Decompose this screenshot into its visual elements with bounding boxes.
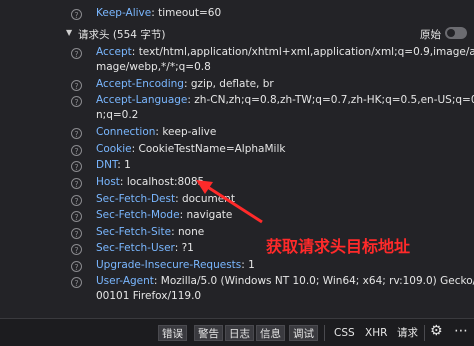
filter-button[interactable]: 调试 — [289, 325, 318, 341]
header-value-continued: n;q=0.2 — [96, 109, 139, 121]
help-icon[interactable]: ? — [71, 277, 82, 288]
header-value: 1 — [124, 159, 131, 171]
toolbar-divider — [324, 325, 325, 341]
type-filter[interactable]: XHR — [365, 325, 387, 341]
header-value: none — [178, 226, 205, 238]
header-row[interactable]: Connection: keep-alive — [96, 126, 216, 138]
raw-toggle-knob — [447, 29, 455, 37]
filter-button[interactable]: 错误 — [158, 325, 187, 341]
header-name: Upgrade-Insecure-Requests — [96, 259, 242, 271]
help-icon[interactable]: ? — [71, 228, 82, 239]
toolbar-divider — [424, 325, 425, 341]
filter-button[interactable]: 警告 — [194, 325, 223, 341]
header-separator: : — [175, 193, 182, 205]
header-separator: : — [183, 78, 191, 90]
header-value: gzip, deflate, br — [190, 78, 274, 90]
header-value: timeout=60 — [158, 7, 222, 19]
header-row[interactable]: Keep-Alive: timeout=60 — [96, 7, 221, 19]
header-separator: : — [119, 176, 127, 188]
annotation-text: 获取请求头目标地址 — [266, 237, 411, 256]
header-value-continued: 00101 Firefox/119.0 — [96, 290, 202, 302]
raw-label: 原始 — [420, 29, 441, 41]
header-row[interactable]: Upgrade-Insecure-Requests: 1 — [96, 259, 255, 271]
header-row[interactable]: Sec-Fetch-Site: none — [96, 226, 204, 238]
header-name: Accept-Language — [96, 94, 188, 106]
help-icon[interactable]: ? — [71, 145, 82, 156]
header-separator: : — [174, 242, 182, 254]
help-icon[interactable]: ? — [71, 48, 82, 59]
header-name: Keep-Alive — [96, 7, 152, 19]
help-icon[interactable]: ? — [71, 195, 82, 206]
header-name: Host — [96, 176, 120, 188]
header-value-continued: mage/webp,*/*;q=0.8 — [96, 61, 211, 73]
header-row[interactable]: Sec-Fetch-Dest: document — [96, 193, 235, 205]
header-separator: : — [131, 143, 139, 155]
header-name: Accept-Encoding — [96, 78, 184, 90]
header-name: Accept — [96, 46, 132, 58]
raw-toggle[interactable] — [445, 27, 467, 39]
more-icon[interactable]: ⋯ — [454, 323, 468, 339]
header-row[interactable]: DNT: 1 — [96, 159, 131, 171]
header-separator: : — [171, 226, 178, 238]
header-value: Mozilla/5.0 (Windows NT 10.0; Win64; x64… — [160, 275, 474, 287]
type-filter[interactable]: 请求 — [397, 325, 418, 341]
header-row[interactable]: Sec-Fetch-Mode: navigate — [96, 209, 232, 221]
headers-panel: ? Keep-Alive: timeout=60? Accept: text/htm… — [0, 0, 474, 318]
header-row[interactable]: Accept-Language: zh-CN,zh;q=0.8,zh-TW;q=… — [96, 94, 474, 106]
header-value: ?1 — [181, 242, 194, 254]
header-name: User-Agent — [96, 275, 154, 287]
help-icon[interactable]: ? — [71, 128, 82, 139]
header-row[interactable]: Host: localhost:8085 — [96, 176, 204, 188]
console-toolbar: 错误 警告 日志 信息 调试 CSS XHR 请求 ⚙ ⋯ — [0, 318, 474, 346]
header-value: CookieTestName=AlphaMilk — [138, 143, 286, 155]
header-value: navigate — [186, 209, 233, 221]
help-icon[interactable]: ? — [71, 261, 82, 272]
help-icon[interactable]: ? — [71, 178, 82, 189]
header-name: Sec-Fetch-Site — [96, 226, 172, 238]
header-value: zh-CN,zh;q=0.8,zh-TW;q=0.7,zh-HK;q=0.5,e… — [194, 94, 474, 106]
header-name: Sec-Fetch-Dest — [96, 193, 176, 205]
header-name: Connection — [96, 126, 156, 138]
request-headers-section-title: 请求头 (554 字节) — [78, 29, 166, 41]
type-filter[interactable]: CSS — [334, 325, 355, 341]
header-row[interactable]: Cookie: CookieTestName=AlphaMilk — [96, 143, 285, 155]
header-name: DNT — [96, 159, 118, 171]
header-name: Sec-Fetch-User — [96, 242, 175, 254]
filter-button[interactable]: 信息 — [256, 325, 285, 341]
help-icon[interactable]: ? — [71, 161, 82, 172]
header-value: 1 — [248, 259, 255, 271]
header-row[interactable]: Accept-Encoding: gzip, deflate, br — [96, 78, 274, 90]
header-value: text/html,application/xhtml+xml,applicat… — [138, 46, 474, 58]
header-name: Cookie — [96, 143, 132, 155]
gear-icon[interactable]: ⚙ — [430, 323, 443, 339]
help-icon[interactable]: ? — [71, 80, 82, 91]
header-value: keep-alive — [162, 126, 217, 138]
header-separator: : — [131, 46, 139, 58]
help-icon[interactable]: ? — [71, 211, 82, 222]
help-icon[interactable]: ? — [71, 96, 82, 107]
chevron-down-icon: ▼ — [66, 28, 73, 37]
header-value: localhost:8085 — [126, 176, 205, 188]
header-name: Sec-Fetch-Mode — [96, 209, 180, 221]
header-separator: : — [153, 275, 161, 287]
header-value: document — [181, 193, 235, 205]
filter-button[interactable]: 日志 — [225, 325, 254, 341]
request-headers-section-toggle[interactable]: ▼ 请求头 (554 字节) — [66, 26, 474, 43]
header-row[interactable]: Sec-Fetch-User: ?1 — [96, 242, 194, 254]
header-row[interactable]: User-Agent: Mozilla/5.0 (Windows NT 10.0… — [96, 275, 474, 287]
help-icon[interactable]: ? — [71, 9, 82, 20]
header-row[interactable]: Accept: text/html,application/xhtml+xml,… — [96, 46, 474, 58]
help-icon[interactable]: ? — [71, 244, 82, 255]
